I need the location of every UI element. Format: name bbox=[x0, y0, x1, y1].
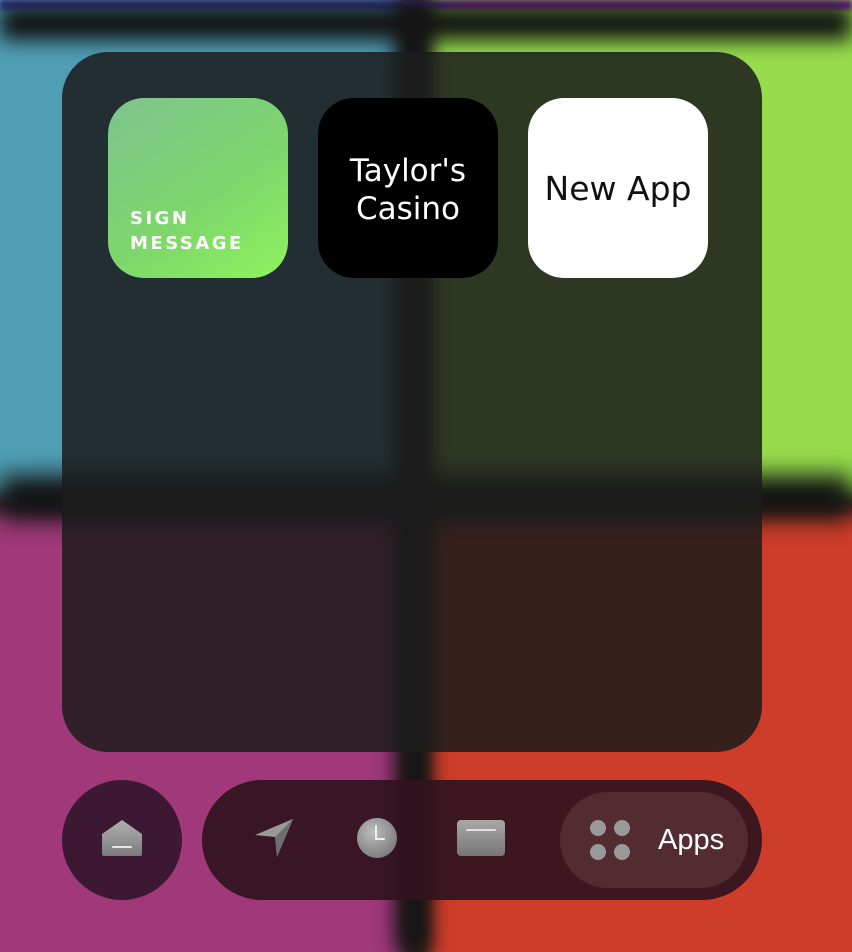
apps-grid-dot bbox=[614, 844, 630, 860]
home-button[interactable] bbox=[62, 780, 182, 900]
navigation-arrow-icon bbox=[253, 817, 295, 863]
navigation-button[interactable] bbox=[252, 818, 296, 862]
app-library-panel: SIGN MESSAGE Taylor's Casino New App bbox=[62, 52, 762, 752]
app-tile-label: SIGN MESSAGE bbox=[130, 206, 244, 256]
app-tile-new-app[interactable]: New App bbox=[528, 98, 708, 278]
app-tile-taylors-casino[interactable]: Taylor's Casino bbox=[318, 98, 498, 278]
app-tile-label-line: MESSAGE bbox=[130, 233, 244, 254]
home-icon bbox=[100, 818, 144, 862]
app-tile-label-line: Casino bbox=[355, 191, 461, 227]
app-tile-label-line: SIGN bbox=[130, 208, 190, 229]
app-tile-label-line: Taylor's bbox=[349, 153, 467, 189]
apps-grid-dot bbox=[590, 844, 606, 860]
app-tile-label: New App bbox=[544, 168, 692, 208]
clock-button[interactable] bbox=[355, 818, 399, 862]
app-tile-label: Taylor's Casino bbox=[350, 152, 466, 228]
clock-icon bbox=[356, 817, 398, 863]
app-tile-sign-message[interactable]: SIGN MESSAGE bbox=[108, 98, 288, 278]
apps-button[interactable]: Apps bbox=[560, 792, 748, 888]
apps-grid-dot bbox=[614, 820, 630, 836]
apps-label: Apps bbox=[658, 824, 725, 856]
card-icon bbox=[456, 819, 506, 861]
dock-bar: Apps bbox=[202, 780, 762, 900]
apps-grid-dot bbox=[590, 820, 606, 836]
card-button[interactable] bbox=[456, 818, 506, 862]
